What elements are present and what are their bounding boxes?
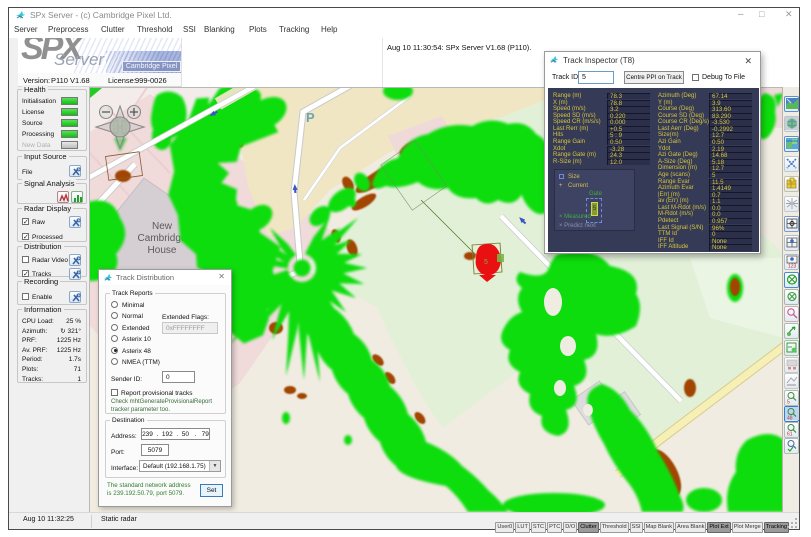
svg-text:61: 61: [787, 432, 793, 437]
svg-text:5: 5: [787, 400, 790, 405]
svg-text:P: P: [306, 110, 315, 125]
svg-text:Cambridge: Cambridge: [138, 233, 187, 244]
svg-text:48: 48: [787, 416, 793, 421]
svg-text:5: 5: [484, 259, 488, 266]
svg-text:House: House: [148, 245, 177, 256]
svg-text:123: 123: [788, 264, 797, 269]
svg-text:New: New: [152, 221, 173, 232]
